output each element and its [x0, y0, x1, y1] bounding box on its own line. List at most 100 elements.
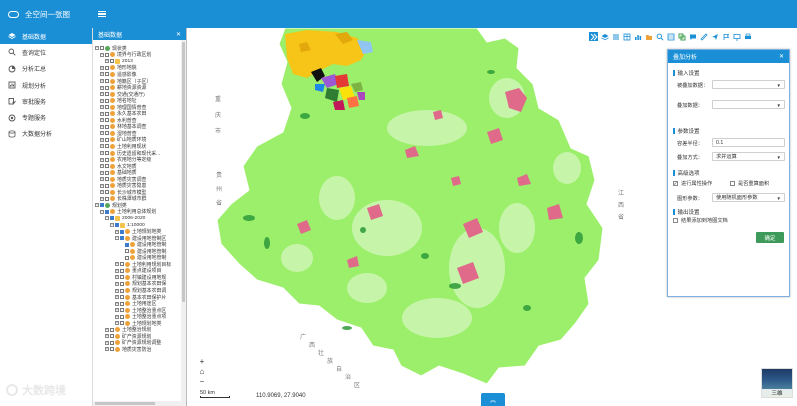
nav-item-query[interactable]: 查询定位	[0, 44, 92, 60]
expand-toggle-icon[interactable]: +	[105, 327, 109, 332]
app-logo[interactable]: 全空间一张图	[0, 9, 90, 20]
layer-checkbox[interactable]	[105, 92, 109, 97]
layer-checkbox[interactable]	[105, 72, 109, 77]
expand-toggle-icon[interactable]: +	[100, 137, 104, 142]
attr-checkbox[interactable]: ✓ 进行属性操作	[673, 180, 712, 187]
expand-toggle-icon[interactable]: −	[95, 46, 99, 51]
layer-checkbox[interactable]	[105, 105, 109, 110]
zoom-icon[interactable]	[655, 32, 664, 41]
layer-checkbox[interactable]	[105, 79, 109, 83]
layer-checkbox[interactable]	[120, 236, 124, 241]
close-icon[interactable]: ✕	[176, 31, 181, 38]
tolerance-input[interactable]: 0.1	[712, 138, 785, 147]
layer-checkbox[interactable]	[120, 314, 124, 319]
expand-toggle-icon[interactable]: +	[105, 334, 109, 339]
layer-checkbox[interactable]	[125, 255, 129, 260]
overlay-icon[interactable]	[677, 32, 686, 41]
area-checkbox[interactable]: 是否重算面积	[730, 180, 769, 187]
expand-toggle-icon[interactable]: +	[115, 314, 119, 319]
layers-icon[interactable]	[600, 32, 609, 41]
flag-icon[interactable]	[721, 32, 730, 41]
expand-toggle-icon[interactable]: +	[100, 111, 104, 116]
zoom-out-button[interactable]: −	[196, 377, 208, 387]
table-icon[interactable]	[622, 32, 631, 41]
nav-item-analysis[interactable]: 分析汇总	[0, 61, 92, 77]
layer-checkbox[interactable]	[120, 301, 124, 306]
layer-checkbox[interactable]	[120, 281, 124, 286]
expand-up-button[interactable]: ︽	[481, 393, 505, 406]
expand-toggle-icon[interactable]: +	[100, 177, 104, 182]
layer-checkbox[interactable]	[105, 209, 109, 214]
expand-toggle-icon[interactable]: +	[100, 190, 104, 195]
layer-checkbox[interactable]	[105, 131, 109, 136]
layer-checkbox[interactable]	[105, 111, 109, 116]
expand-toggle-icon[interactable]: +	[115, 288, 119, 293]
layer-checkbox[interactable]	[110, 59, 114, 64]
expand-toggle-icon[interactable]: +	[100, 151, 104, 156]
zoom-in-button[interactable]: +	[196, 357, 208, 367]
layer-checkbox[interactable]	[105, 98, 109, 103]
layer-checkbox[interactable]	[120, 308, 124, 313]
expand-toggle-icon[interactable]: +	[100, 118, 104, 123]
basemap-switcher[interactable]: 三维	[761, 368, 793, 398]
vertical-scrollbar[interactable]	[181, 40, 186, 406]
nav-item-topic[interactable]: 专题服务	[0, 109, 92, 125]
plane-icon[interactable]	[710, 32, 719, 41]
expand-toggle-icon[interactable]: +	[100, 131, 104, 136]
expand-toggle-icon[interactable]: +	[105, 59, 109, 64]
layer-checkbox[interactable]	[120, 275, 124, 280]
layer-checkbox[interactable]	[110, 327, 114, 332]
expand-toggle-icon[interactable]: +	[105, 340, 109, 345]
layer-checkbox[interactable]	[105, 52, 109, 57]
layer-checkbox[interactable]	[105, 190, 109, 195]
expand-toggle-icon[interactable]: +	[105, 347, 109, 352]
layer-checkbox[interactable]	[105, 151, 109, 156]
expand-toggle-icon[interactable]: +	[100, 183, 104, 188]
chart-icon[interactable]	[633, 32, 642, 41]
expand-toggle-icon[interactable]: +	[100, 72, 104, 77]
layer-checkbox[interactable]	[105, 157, 109, 162]
screen-icon[interactable]	[732, 32, 741, 41]
layer-checkbox[interactable]	[120, 262, 124, 267]
layer-checkbox[interactable]	[110, 334, 114, 339]
expand-toggle-icon[interactable]: +	[115, 295, 119, 300]
nav-item-base-data[interactable]: 基础数据	[0, 28, 92, 45]
table2-icon[interactable]	[666, 32, 675, 41]
expand-toggle-icon[interactable]: +	[100, 85, 104, 90]
expand-toggle-icon[interactable]: +	[100, 164, 104, 169]
layer-checkbox[interactable]	[125, 242, 129, 247]
close-icon[interactable]: ✕	[779, 53, 784, 60]
ok-button[interactable]: 确定	[756, 232, 784, 243]
expand-toggle-icon[interactable]: −	[115, 236, 119, 241]
layer-checkbox[interactable]	[100, 203, 104, 208]
layer-checkbox[interactable]	[120, 295, 124, 300]
expand-toggle-icon[interactable]: +	[115, 308, 119, 313]
layer-checkbox[interactable]	[105, 170, 109, 175]
expand-toggle-icon[interactable]: +	[115, 268, 119, 273]
layer-checkbox[interactable]	[105, 124, 109, 129]
double-chevron-icon[interactable]	[589, 32, 598, 41]
expand-toggle-icon[interactable]: +	[100, 170, 104, 175]
folder-icon[interactable]	[644, 32, 653, 41]
output-checkbox[interactable]: 结果添加到地图文档	[673, 217, 728, 224]
print-icon[interactable]	[743, 32, 752, 41]
layer-checkbox[interactable]	[105, 85, 109, 90]
expand-toggle-icon[interactable]: +	[115, 262, 119, 267]
expand-toggle-icon[interactable]: +	[100, 105, 104, 110]
expand-toggle-icon[interactable]: +	[115, 321, 119, 326]
expand-toggle-icon[interactable]: +	[115, 229, 119, 234]
expand-toggle-icon[interactable]: +	[100, 144, 104, 149]
expand-toggle-icon[interactable]: +	[100, 157, 104, 162]
expand-toggle-icon[interactable]: +	[100, 79, 104, 83]
expand-toggle-icon[interactable]: −	[110, 223, 114, 228]
layer-checkbox[interactable]	[105, 196, 109, 201]
list-icon[interactable]	[611, 32, 620, 41]
expand-toggle-icon[interactable]: +	[100, 196, 104, 201]
expand-toggle-icon[interactable]: −	[95, 203, 99, 208]
layer-checkbox[interactable]	[120, 229, 124, 234]
nav-item-bigdata[interactable]: 大数据分析	[0, 126, 92, 142]
expand-toggle-icon[interactable]: +	[100, 124, 104, 129]
nav-item-planning[interactable]: 规划分析	[0, 77, 92, 93]
method-select[interactable]: 求并运算 ▼	[712, 152, 785, 161]
layer-checkbox[interactable]	[110, 340, 114, 345]
